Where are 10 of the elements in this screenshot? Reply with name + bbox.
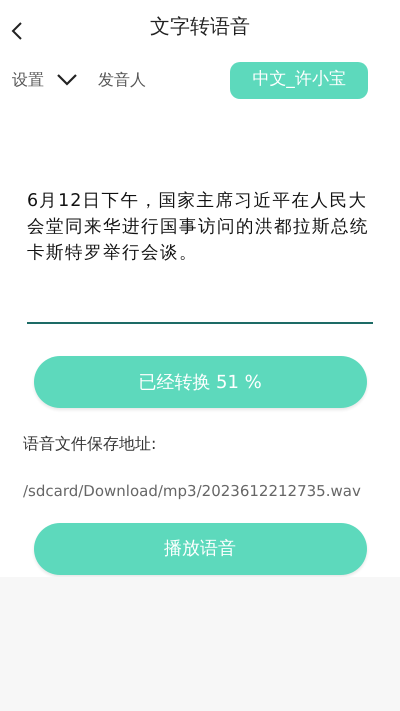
text-input[interactable]: 6月12日下午，国家主席习近平在人民大会堂同来华进行国事访问的洪都拉斯总统卡斯特罗举行会谈。 (27, 188, 373, 324)
speaker-button[interactable]: 中文_许小宝 (230, 62, 368, 98)
save-path-label: 语音文件保存地址: (23, 433, 158, 455)
play-button[interactable]: 播放语音 (34, 522, 366, 574)
speaker-label: 发音人 (98, 69, 146, 91)
progress-button[interactable]: 已经转换 51 % (34, 356, 366, 408)
page-title: 文字转语音 (150, 13, 250, 40)
save-path-text: /sdcard/Download/mp3/2023612212735.wav (23, 481, 362, 502)
settings-label: 设置 (12, 69, 44, 91)
chevron-down-icon[interactable] (56, 73, 78, 87)
